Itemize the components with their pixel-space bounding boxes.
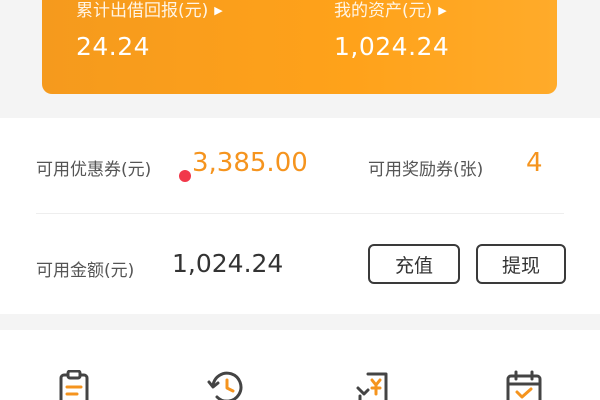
coupon-row: 可用优惠券(元) 3,385.00 可用奖励券(张) 4 bbox=[0, 146, 600, 186]
clipboard-icon[interactable] bbox=[54, 370, 94, 400]
account-summary-card: 可用优惠券(元) 3,385.00 可用奖励券(张) 4 可用金额(元) 1,0… bbox=[0, 118, 600, 314]
available-value: 1,024.24 bbox=[172, 249, 284, 278]
caret-right-icon: ▶ bbox=[438, 4, 447, 17]
coupon-label[interactable]: 可用优惠券(元) bbox=[36, 155, 151, 180]
coupon-value[interactable]: 3,385.00 bbox=[192, 148, 308, 178]
yuan-receipt-icon[interactable] bbox=[354, 370, 394, 400]
available-balance-row: 可用金额(元) 1,024.24 充值 提现 bbox=[0, 244, 600, 288]
assets-value: 1,024.24 bbox=[334, 32, 450, 61]
available-label: 可用金额(元) bbox=[36, 261, 135, 281]
history-clock-icon[interactable] bbox=[206, 370, 246, 400]
reward-label[interactable]: 可用奖励券(张) bbox=[368, 155, 483, 180]
assets-banner: 累计出借回报(元) ▶ 24.24 我的资产(元) ▶ 1,024.24 bbox=[42, 0, 557, 94]
recharge-button[interactable]: 充值 bbox=[368, 244, 460, 284]
caret-right-icon: ▶ bbox=[214, 4, 223, 17]
assets-label[interactable]: 我的资产(元) ▶ bbox=[334, 0, 447, 21]
calendar-check-icon[interactable] bbox=[504, 370, 544, 400]
divider bbox=[36, 213, 564, 214]
reward-value[interactable]: 4 bbox=[526, 148, 543, 178]
earned-label[interactable]: 累计出借回报(元) ▶ bbox=[76, 0, 223, 21]
new-badge-dot bbox=[179, 170, 191, 182]
shortcut-bar bbox=[0, 330, 600, 400]
earned-value: 24.24 bbox=[76, 32, 151, 61]
withdraw-button[interactable]: 提现 bbox=[476, 244, 566, 284]
